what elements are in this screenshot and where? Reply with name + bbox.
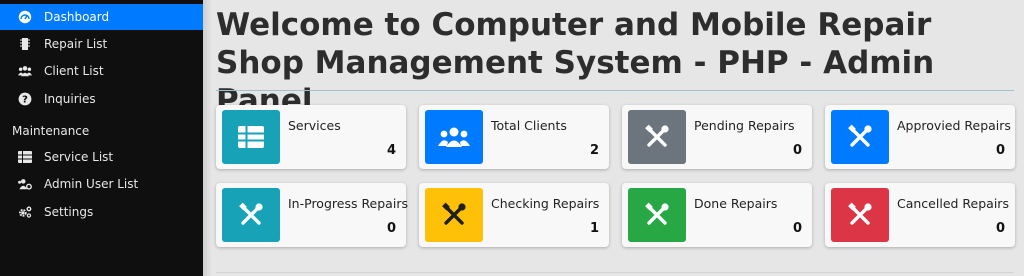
card-label: Services <box>288 118 341 133</box>
card-count: 0 <box>386 221 396 236</box>
card-approvied-repairs[interactable]: Approvied Repairs 0 <box>825 105 1015 169</box>
sidebar-item-label: Inquiries <box>44 92 96 106</box>
sidebar-item-settings[interactable]: Settings <box>0 199 203 225</box>
sidebar-item-label: Service List <box>44 150 114 164</box>
card-label: Total Clients <box>491 118 567 133</box>
sidebar-item-client-list[interactable]: Client List <box>0 58 203 84</box>
card-checking-repairs[interactable]: Checking Repairs 1 <box>419 183 609 247</box>
card-count: 0 <box>995 221 1005 236</box>
card-count: 0 <box>792 221 802 236</box>
users-icon <box>425 110 483 164</box>
svg-text:?: ? <box>22 95 28 106</box>
page-title: Welcome to Computer and Mobile Repair Sh… <box>216 7 935 119</box>
card-label: Checking Repairs <box>491 196 600 211</box>
card-count: 2 <box>589 143 599 158</box>
sidebar-item-admin-user-list[interactable]: Admin User List <box>0 171 203 197</box>
tools-icon <box>222 188 280 242</box>
tools-icon <box>831 188 889 242</box>
card-label: Done Repairs <box>694 196 778 211</box>
sidebar-shadow <box>203 0 212 276</box>
card-services[interactable]: Services 4 <box>216 105 406 169</box>
sidebar-item-service-list[interactable]: Service List <box>0 144 203 170</box>
sidebar-item-inquiries[interactable]: ? Inquiries <box>0 86 203 112</box>
chip-icon <box>18 37 32 51</box>
sidebar-item-label: Dashboard <box>44 10 110 24</box>
sidebar-item-label: Client List <box>44 64 104 78</box>
sidebar-section-maintenance: Maintenance <box>12 124 90 138</box>
tools-icon <box>831 110 889 164</box>
dashboard-icon <box>18 10 32 24</box>
sidebar-item-label: Repair List <box>44 37 108 51</box>
card-label: Pending Repairs <box>694 118 795 133</box>
card-count: 0 <box>995 143 1005 158</box>
title-divider <box>216 90 1014 91</box>
card-pending-repairs[interactable]: Pending Repairs 0 <box>622 105 812 169</box>
card-label: Approvied Repairs <box>897 118 1011 133</box>
cogs-icon <box>18 205 32 219</box>
card-count: 4 <box>386 143 396 158</box>
card-label: Cancelled Repairs <box>897 196 1009 211</box>
tools-icon <box>425 188 483 242</box>
sidebar: Dashboard Repair List Client List ? Inqu… <box>0 0 203 276</box>
question-icon: ? <box>18 92 32 106</box>
sidebar-item-label: Admin User List <box>44 177 139 191</box>
table-icon <box>18 150 32 164</box>
sidebar-item-label: Settings <box>44 205 94 219</box>
card-count: 1 <box>589 221 599 236</box>
tools-icon <box>628 188 686 242</box>
sidebar-item-dashboard[interactable]: Dashboard <box>0 4 203 30</box>
sidebar-item-repair-list[interactable]: Repair List <box>0 31 203 57</box>
tools-icon <box>628 110 686 164</box>
card-count: 0 <box>792 143 802 158</box>
card-total-clients[interactable]: Total Clients 2 <box>419 105 609 169</box>
card-cancelled-repairs[interactable]: Cancelled Repairs 0 <box>825 183 1015 247</box>
table-icon <box>222 110 280 164</box>
bottom-divider <box>216 272 1014 273</box>
card-in-progress-repairs[interactable]: In-Progress Repairs 0 <box>216 183 408 247</box>
users-icon <box>18 64 32 78</box>
card-label: In-Progress Repairs <box>288 196 408 211</box>
card-done-repairs[interactable]: Done Repairs 0 <box>622 183 812 247</box>
users-cog-icon <box>18 177 32 191</box>
